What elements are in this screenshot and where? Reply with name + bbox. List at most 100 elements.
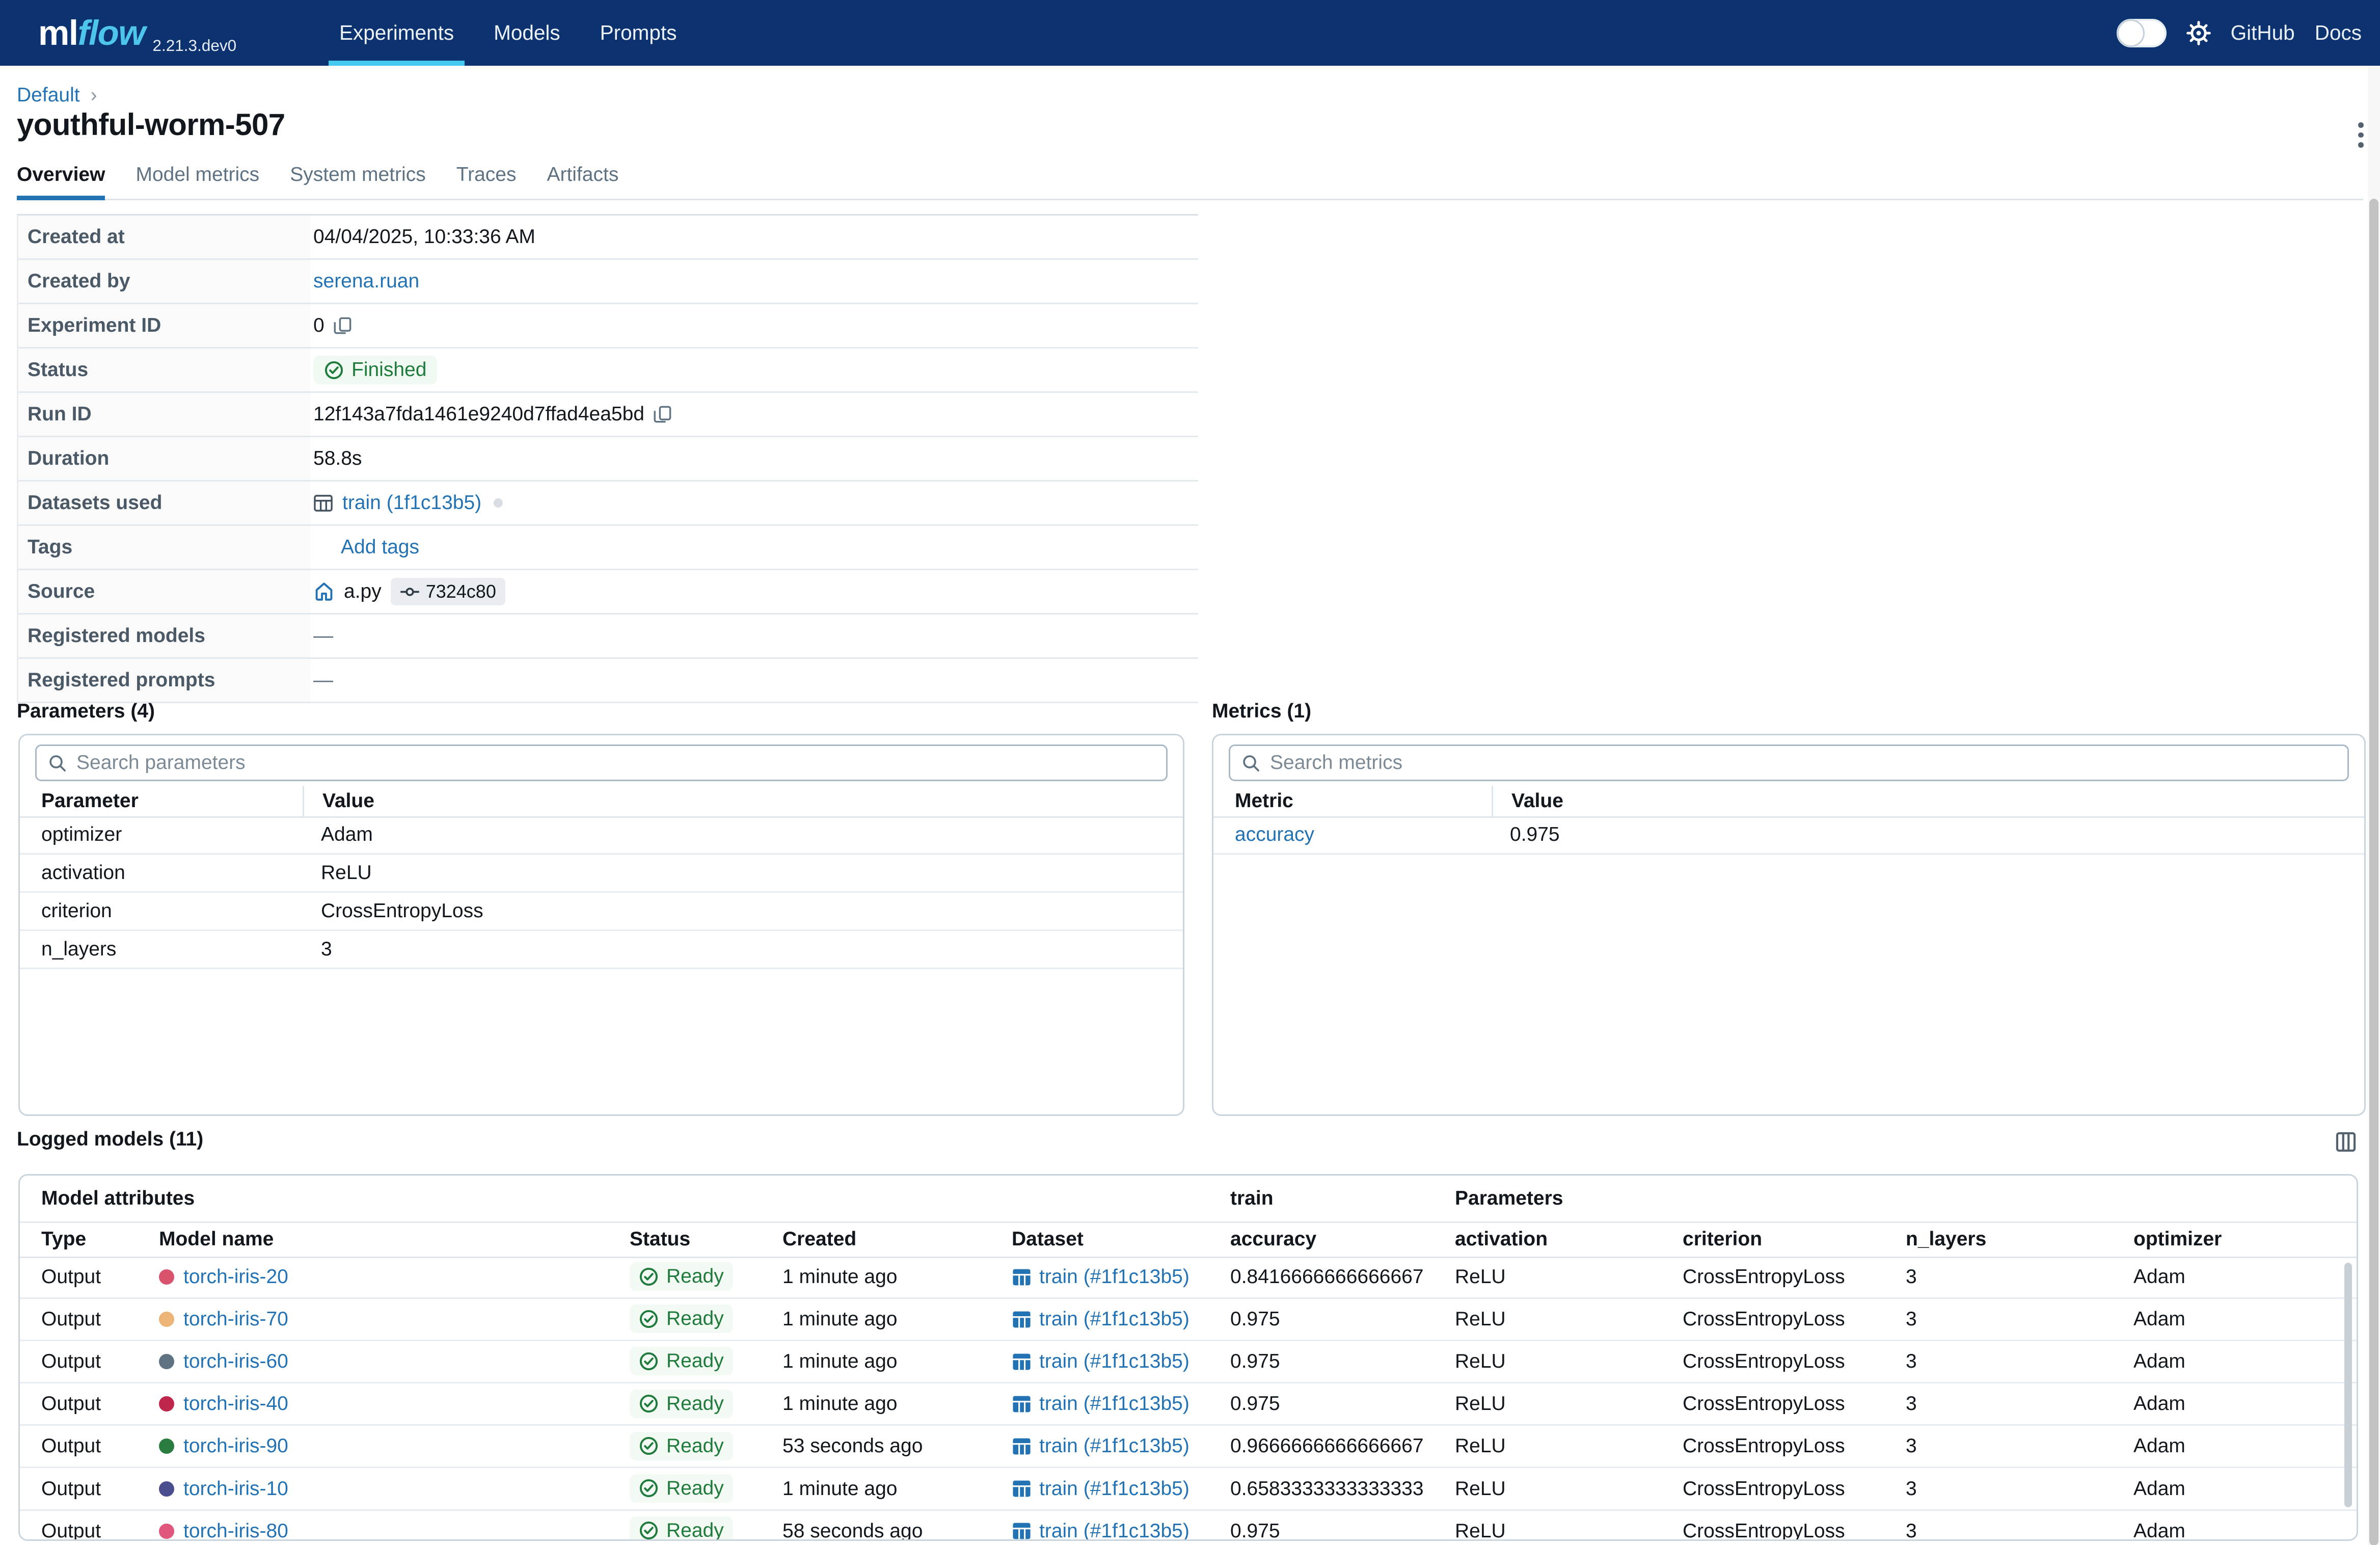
model-activation: ReLU xyxy=(1455,1520,1683,1541)
dataset-link[interactable]: train (#1f1c13b5) xyxy=(1039,1266,1189,1288)
breadcrumb-experiment-link[interactable]: Default xyxy=(17,84,80,106)
mlflow-logo[interactable]: mlflow 2.21.3.dev0 xyxy=(38,0,236,66)
search-icon xyxy=(47,753,67,773)
model-created: 1 minute ago xyxy=(782,1308,1012,1330)
tab-artifacts[interactable]: Artifacts xyxy=(547,164,618,199)
dataset-link[interactable]: train (#1f1c13b5) xyxy=(1039,1520,1189,1541)
tab-traces[interactable]: Traces xyxy=(456,164,517,199)
navbar-tab-experiments[interactable]: Experiments xyxy=(329,0,465,66)
model-name-link[interactable]: torch-iris-60 xyxy=(183,1350,288,1373)
navbar-tab-models[interactable]: Models xyxy=(483,0,571,66)
column-header-value[interactable]: Value xyxy=(1492,786,2364,816)
detail-label: Registered prompts xyxy=(18,659,310,702)
logged-model-row: Outputtorch-iris-10Ready1 minute agotrai… xyxy=(20,1468,2357,1510)
check-circle-icon xyxy=(639,1309,659,1329)
table-scrollbar[interactable] xyxy=(2344,1263,2352,1507)
add-tags-button[interactable]: Add tags xyxy=(341,536,419,558)
settings-gear-icon[interactable] xyxy=(2186,21,2211,45)
column-header-optimizer[interactable]: optimizer xyxy=(2133,1228,2357,1250)
source-commit-chip[interactable]: 7324c80 xyxy=(391,578,505,605)
github-link[interactable]: GitHub xyxy=(2231,21,2295,45)
model-name-link[interactable]: torch-iris-70 xyxy=(183,1308,288,1330)
search-metrics-input[interactable]: Search metrics xyxy=(1229,744,2349,781)
model-n-layers: 3 xyxy=(1906,1266,2133,1288)
column-header-accuracy[interactable]: accuracy xyxy=(1230,1228,1455,1250)
detail-row-run-id: Run ID 12f143a7fda1461e9240d7ffad4ea5bd xyxy=(18,393,1198,437)
created-by-user-link[interactable]: serena.ruan xyxy=(313,270,419,292)
model-type: Output xyxy=(41,1308,159,1330)
metrics-rows: accuracy0.975 xyxy=(1213,816,2364,855)
model-n-layers: 3 xyxy=(1906,1520,2133,1541)
tab-model-metrics[interactable]: Model metrics xyxy=(136,164,259,199)
logo-ml-text: ml xyxy=(38,13,78,53)
detail-row-experiment-id: Experiment ID 0 xyxy=(18,304,1198,349)
model-n-layers: 3 xyxy=(1906,1435,2133,1457)
model-criterion: CrossEntropyLoss xyxy=(1683,1435,1906,1457)
table-icon xyxy=(1012,1352,1032,1372)
parameters-section-title: Parameters (4) xyxy=(17,700,155,723)
page-scrollbar-thumb[interactable] xyxy=(2369,199,2378,1545)
column-header-metric[interactable]: Metric xyxy=(1235,786,1492,816)
column-header-type[interactable]: Type xyxy=(41,1228,159,1250)
theme-toggle[interactable] xyxy=(2117,19,2167,47)
model-optimizer: Adam xyxy=(2133,1478,2357,1500)
run-overflow-menu-icon[interactable] xyxy=(2355,119,2367,151)
model-n-layers: 3 xyxy=(1906,1393,2133,1415)
chevron-right-icon: › xyxy=(91,84,97,106)
column-settings-icon[interactable] xyxy=(2335,1131,2357,1153)
dataset-link[interactable]: train (#1f1c13b5) xyxy=(1039,1478,1189,1500)
dataset-link[interactable]: train (#1f1c13b5) xyxy=(1039,1350,1189,1373)
dataset-link[interactable]: train (1f1c13b5) xyxy=(342,492,481,514)
model-n-layers: 3 xyxy=(1906,1478,2133,1500)
model-dot-icon xyxy=(159,1439,174,1454)
column-header-activation[interactable]: activation xyxy=(1455,1228,1683,1250)
metrics-card: Search metrics Metric Value accuracy0.97… xyxy=(1212,734,2366,1116)
status-text: Ready xyxy=(666,1308,724,1330)
copy-icon[interactable] xyxy=(654,405,672,423)
column-header-created[interactable]: Created xyxy=(782,1228,1012,1250)
model-name-link[interactable]: torch-iris-40 xyxy=(183,1393,288,1415)
column-header-criterion[interactable]: criterion xyxy=(1683,1228,1906,1250)
navbar-tab-prompts[interactable]: Prompts xyxy=(589,0,688,66)
dataset-link[interactable]: train (#1f1c13b5) xyxy=(1039,1308,1189,1330)
model-activation: ReLU xyxy=(1455,1266,1683,1288)
model-name-link[interactable]: torch-iris-90 xyxy=(183,1435,288,1457)
logged-model-row: Outputtorch-iris-60Ready1 minute agotrai… xyxy=(20,1341,2357,1383)
logged-models-rows: Output torch-iris-20 Ready 1 minute ago trai… xyxy=(20,1257,2357,1541)
model-criterion: CrossEntropyLoss xyxy=(1683,1478,1906,1500)
column-header-model-name[interactable]: Model name xyxy=(159,1228,630,1250)
model-accuracy: 0.975 xyxy=(1230,1520,1455,1541)
dataset-link[interactable]: train (#1f1c13b5) xyxy=(1039,1435,1189,1457)
logo-flow-text: flow xyxy=(78,13,145,53)
detail-label: Created by xyxy=(18,260,310,303)
metric-name-link[interactable]: accuracy xyxy=(1235,823,1314,845)
parameter-value: CrossEntropyLoss xyxy=(303,900,483,922)
status-text: Ready xyxy=(666,1477,724,1500)
detail-row-tags: Tags Add tags xyxy=(18,526,1198,570)
search-parameters-input[interactable]: Search parameters xyxy=(35,744,1168,781)
dataset-link[interactable]: train (#1f1c13b5) xyxy=(1039,1393,1189,1415)
column-header-value[interactable]: Value xyxy=(303,786,1183,816)
docs-link[interactable]: Docs xyxy=(2315,21,2362,45)
tab-system-metrics[interactable]: System metrics xyxy=(290,164,426,199)
column-header-n-layers[interactable]: n_layers xyxy=(1906,1228,2133,1250)
status-text: Ready xyxy=(666,1393,724,1415)
column-header-parameter[interactable]: Parameter xyxy=(41,786,303,816)
model-accuracy: 0.6583333333333333 xyxy=(1230,1478,1455,1500)
model-name-link[interactable]: torch-iris-80 xyxy=(183,1520,288,1541)
status-badge: Ready xyxy=(630,1516,733,1541)
model-name-link[interactable]: torch-iris-10 xyxy=(183,1478,288,1500)
metric-row: accuracy0.975 xyxy=(1213,816,2364,855)
copy-icon[interactable] xyxy=(334,316,352,335)
column-header-status[interactable]: Status xyxy=(630,1228,782,1250)
source-file-value: a.py xyxy=(344,580,382,603)
table-icon xyxy=(313,493,333,513)
search-placeholder: Search metrics xyxy=(1270,752,1402,774)
model-name-link[interactable]: torch-iris-20 xyxy=(183,1266,288,1288)
tab-overview[interactable]: Overview xyxy=(17,164,105,199)
column-header-dataset[interactable]: Dataset xyxy=(1012,1228,1230,1250)
version-label: 2.21.3.dev0 xyxy=(153,36,237,66)
status-badge: Ready xyxy=(630,1390,733,1418)
model-optimizer: Adam xyxy=(2133,1266,2357,1288)
page-scrollbar[interactable] xyxy=(2368,66,2380,1545)
